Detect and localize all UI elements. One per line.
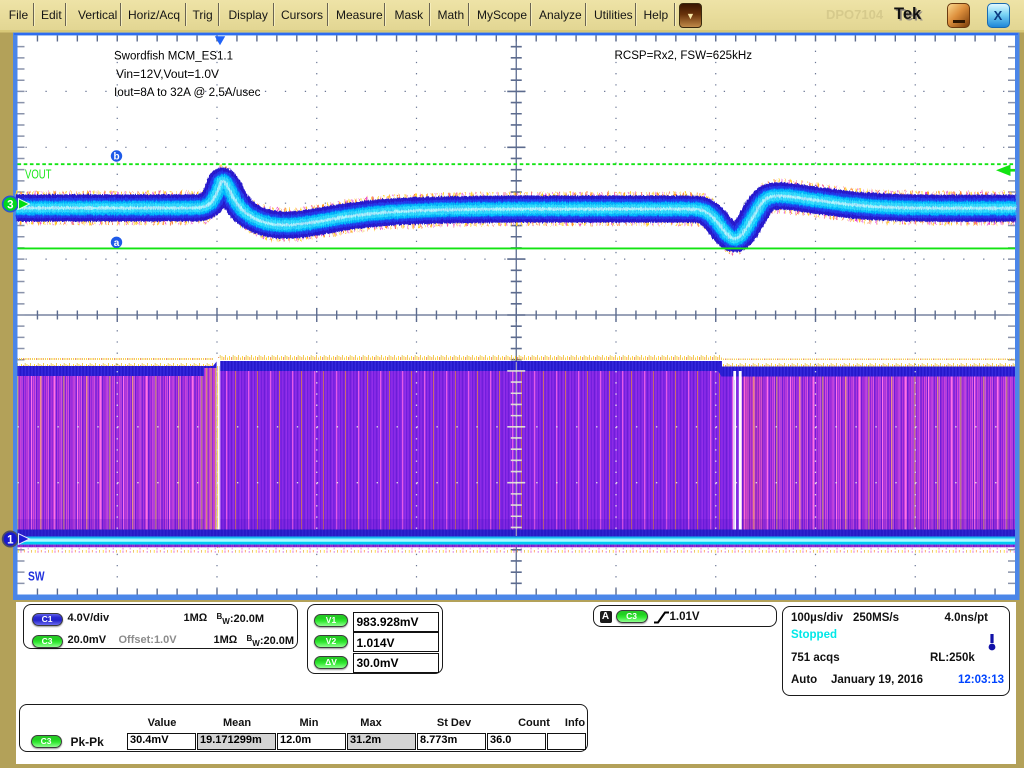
svg-text:Swordfish MCM_ES1.1: Swordfish MCM_ES1.1 [114,49,233,63]
svg-text:Vin=12V,Vout=1.0V: Vin=12V,Vout=1.0V [116,67,220,81]
svg-text:1: 1 [7,534,14,546]
svg-text:a: a [114,238,120,249]
svg-text:SW: SW [28,569,45,584]
svg-text:3: 3 [7,199,13,211]
svg-text:Iout=8A to 32A @ 2.5A/usec: Iout=8A to 32A @ 2.5A/usec [114,85,261,99]
svg-text:b: b [113,152,119,163]
svg-text:RCSP=Rx2, FSW=625kHz: RCSP=Rx2, FSW=625kHz [615,48,753,62]
svg-text:VOUT: VOUT [25,168,52,182]
